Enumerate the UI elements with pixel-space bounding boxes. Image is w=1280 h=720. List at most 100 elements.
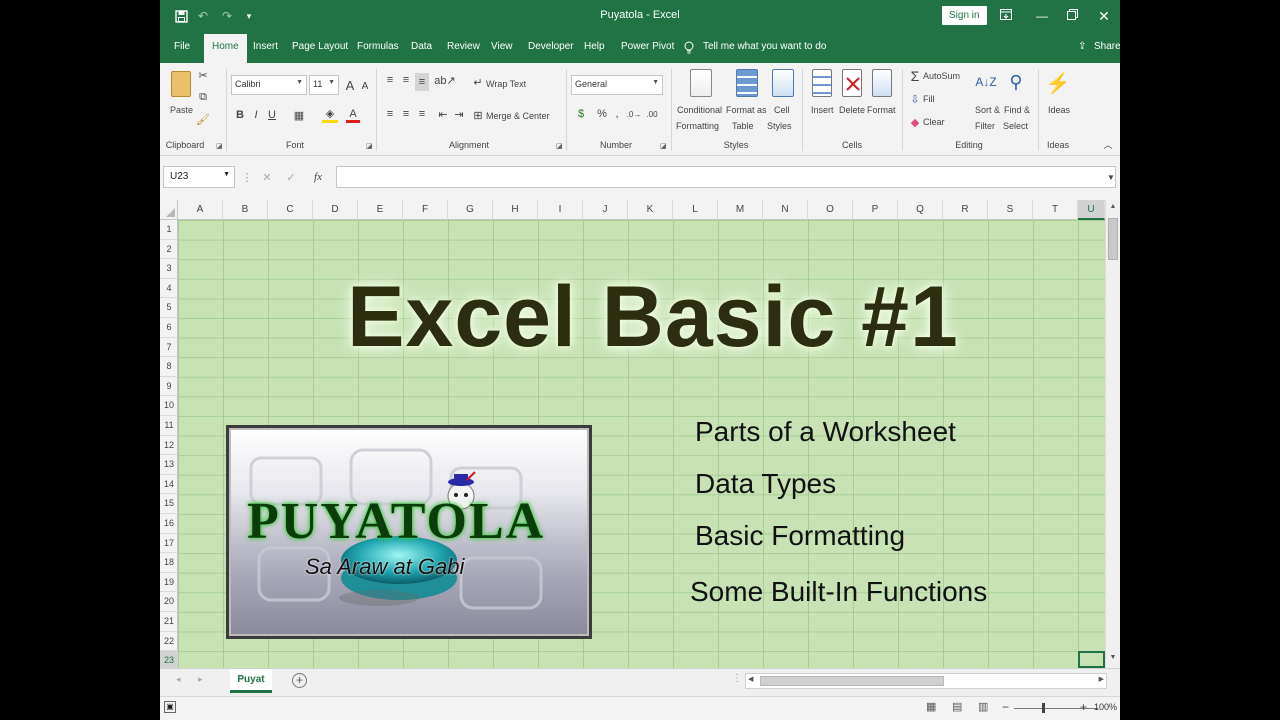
format-painter-icon[interactable]: 🖌 [196, 112, 210, 126]
row-header[interactable]: 5 [160, 298, 178, 318]
increase-font-icon[interactable]: A [343, 75, 357, 95]
find-select-icon[interactable]: ⚲ [1005, 69, 1027, 95]
share-icon[interactable]: ⇪ [1078, 41, 1086, 52]
cell-styles-label-1[interactable]: Cell [774, 105, 790, 115]
cell-area[interactable]: Excel Basic #1 PUYATOLA Sa Araw at Gabi … [178, 220, 1105, 668]
scroll-right-icon[interactable]: ▶ [1099, 675, 1104, 683]
column-header[interactable]: T [1033, 200, 1078, 220]
column-header-selected[interactable]: U [1078, 200, 1105, 220]
row-header[interactable]: 7 [160, 338, 178, 358]
insert-cells-icon[interactable] [812, 69, 832, 97]
align-center-icon[interactable]: ≡ [399, 107, 413, 121]
row-header[interactable]: 9 [160, 377, 178, 397]
zoom-level[interactable]: 100% [1094, 702, 1117, 712]
column-header[interactable]: C [268, 200, 313, 220]
font-color-button[interactable]: A [346, 107, 360, 123]
autosum-button[interactable]: AutoSum [923, 71, 960, 81]
merge-center-icon[interactable]: ⊞ [472, 108, 484, 122]
scroll-down-icon[interactable]: ▼ [1108, 654, 1118, 664]
ideas-icon[interactable]: ⚡ [1046, 69, 1071, 97]
number-launcher-icon[interactable]: ◪ [660, 142, 667, 150]
tab-formulas[interactable]: Formulas [357, 41, 399, 52]
paste-label[interactable]: Paste [170, 105, 193, 115]
copy-icon[interactable]: ⧉ [196, 90, 210, 104]
formula-input[interactable] [336, 166, 1116, 188]
column-header[interactable]: M [718, 200, 763, 220]
row-header[interactable]: 16 [160, 514, 178, 534]
column-header[interactable]: H [493, 200, 538, 220]
merge-center-button[interactable]: Merge & Center [486, 111, 550, 121]
tab-power-pivot[interactable]: Power Pivot [621, 41, 674, 52]
find-select-label-1[interactable]: Find & [1004, 105, 1030, 115]
cancel-icon[interactable]: ✕ [260, 170, 274, 184]
find-select-label-2[interactable]: Select [1003, 121, 1028, 131]
underline-button[interactable]: U [265, 107, 279, 123]
macro-record-icon[interactable]: ▣ [164, 701, 176, 713]
paste-icon[interactable] [171, 71, 191, 97]
column-header[interactable]: O [808, 200, 853, 220]
add-sheet-icon[interactable]: + [292, 673, 307, 688]
restore-icon[interactable] [1062, 6, 1082, 26]
tab-help[interactable]: Help [584, 41, 605, 52]
row-header-selected[interactable]: 23 [160, 651, 178, 668]
scroll-left-icon[interactable]: ◀ [748, 675, 753, 683]
row-header[interactable]: 3 [160, 259, 178, 279]
column-header[interactable]: S [988, 200, 1033, 220]
minimize-icon[interactable]: — [1032, 6, 1052, 26]
row-header[interactable]: 10 [160, 396, 178, 416]
row-header[interactable]: 22 [160, 632, 178, 652]
conditional-formatting-icon[interactable] [690, 69, 712, 97]
sort-filter-icon[interactable]: A↓Z [975, 69, 997, 95]
row-header[interactable]: 2 [160, 240, 178, 260]
row-header[interactable]: 13 [160, 455, 178, 475]
column-header[interactable]: E [358, 200, 403, 220]
row-header[interactable]: 11 [160, 416, 178, 436]
wrap-text-button[interactable]: Wrap Text [486, 79, 526, 89]
ideas-button[interactable]: Ideas [1048, 105, 1070, 115]
row-header[interactable]: 1 [160, 220, 178, 240]
align-right-icon[interactable]: ≡ [415, 107, 429, 121]
column-header[interactable]: D [313, 200, 358, 220]
row-header[interactable]: 14 [160, 475, 178, 495]
number-format-select[interactable]: General ▼ [571, 75, 663, 95]
fill-color-icon[interactable]: ◈ [322, 107, 338, 123]
row-header[interactable]: 6 [160, 318, 178, 338]
ribbon-display-options-icon[interactable] [996, 6, 1016, 26]
percent-icon[interactable]: % [596, 107, 608, 121]
enter-icon[interactable]: ✓ [284, 170, 298, 184]
page-layout-view-icon[interactable]: ▤ [952, 700, 966, 714]
format-as-table-icon[interactable] [736, 69, 758, 97]
row-header[interactable]: 8 [160, 357, 178, 377]
row-header[interactable]: 17 [160, 534, 178, 554]
row-header[interactable]: 12 [160, 436, 178, 456]
tab-data[interactable]: Data [411, 41, 432, 52]
close-icon[interactable]: ✕ [1094, 6, 1114, 26]
tab-page-layout[interactable]: Page Layout [292, 41, 348, 52]
normal-view-icon[interactable]: ▦ [926, 700, 940, 714]
zoom-in-icon[interactable]: + [1080, 700, 1087, 714]
column-header[interactable]: K [628, 200, 673, 220]
share-button[interactable]: Share [1094, 41, 1120, 52]
alignment-launcher-icon[interactable]: ◪ [556, 142, 563, 150]
conditional-formatting-label-2[interactable]: Formatting [676, 121, 719, 131]
sheet-tab-puyat[interactable]: Puyat [230, 669, 272, 693]
insert-cells-button[interactable]: Insert [811, 105, 834, 115]
delete-cells-button[interactable]: Delete [839, 105, 865, 115]
decrease-indent-icon[interactable]: ⇤ [436, 107, 450, 121]
eraser-icon[interactable]: ◆ [908, 114, 922, 130]
clear-button[interactable]: Clear [923, 117, 945, 127]
column-header[interactable]: Q [898, 200, 943, 220]
column-header[interactable]: A [178, 200, 223, 220]
align-middle-icon[interactable]: ≡ [399, 73, 413, 87]
cell-styles-label-2[interactable]: Styles [767, 121, 792, 131]
scroll-sheets-left-icon[interactable]: ◂ [176, 674, 181, 685]
column-header[interactable]: P [853, 200, 898, 220]
orientation-icon[interactable]: ab↗ [434, 73, 455, 87]
scroll-up-icon[interactable]: ▲ [1108, 203, 1118, 213]
decrease-font-icon[interactable]: A [359, 77, 371, 95]
row-header[interactable]: 4 [160, 279, 178, 299]
clipboard-launcher-icon[interactable]: ◪ [216, 142, 223, 150]
column-header[interactable]: J [583, 200, 628, 220]
insert-function-button[interactable]: fx [310, 170, 326, 184]
horizontal-scrollbar[interactable]: ◀ ▶ [745, 673, 1107, 689]
